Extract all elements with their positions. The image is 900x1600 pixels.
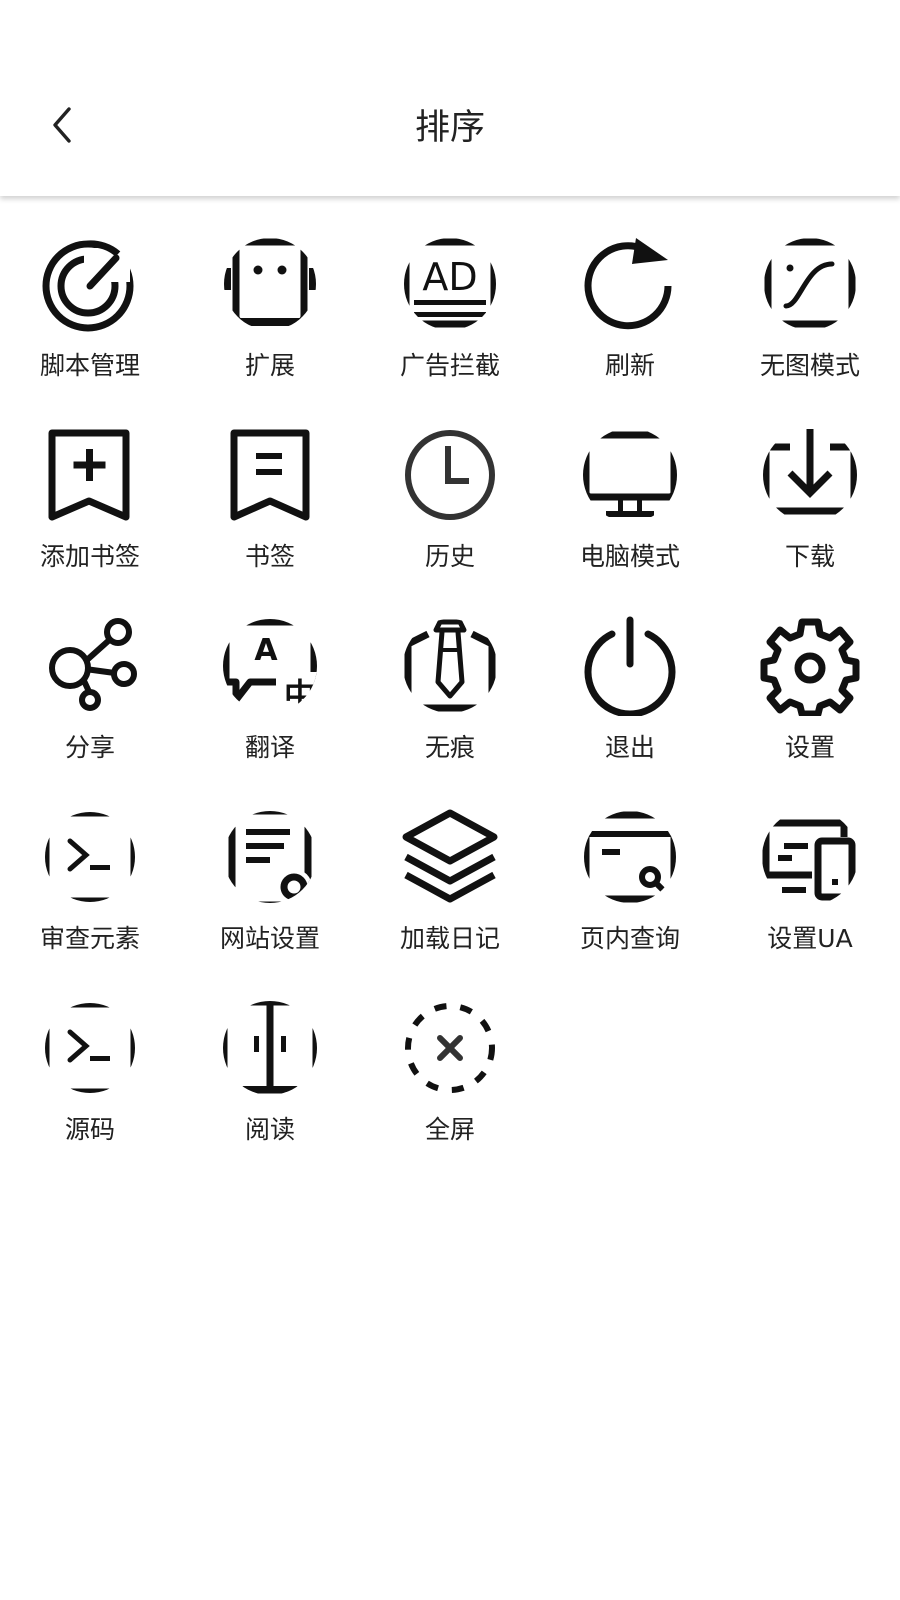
grid-item-desktop-mode[interactable]: 电脑模式: [540, 425, 720, 616]
item-label: 书签: [244, 542, 295, 571]
grid-item-script-manager[interactable]: 脚本管理: [0, 234, 180, 425]
grid-item-find-in-page[interactable]: 页内查询: [540, 807, 720, 998]
power-icon: [584, 616, 676, 716]
item-label: 全屏: [424, 1115, 475, 1144]
item-label: 设置: [784, 733, 835, 762]
svg-text:中: 中: [284, 676, 316, 714]
bookmark-icon: [230, 429, 310, 521]
grid-item-reader-mode[interactable]: 阅读: [180, 998, 360, 1189]
grid-item-incognito[interactable]: 无痕: [360, 616, 540, 807]
find-in-page-icon: [584, 811, 676, 903]
reader-mode-icon: [223, 1001, 317, 1094]
incognito-icon: [404, 619, 496, 712]
item-label: 无痕: [424, 733, 475, 762]
item-label: 刷新: [604, 351, 655, 380]
script-radar-icon: [42, 240, 134, 332]
item-label: 页内查询: [579, 924, 680, 953]
gear-icon: [760, 618, 860, 716]
svg-text:AD: AD: [422, 255, 477, 299]
grid-item-download[interactable]: 下载: [720, 425, 900, 616]
svg-text:A: A: [254, 633, 278, 668]
item-label: 广告拦截: [399, 351, 500, 380]
grid-item-exit[interactable]: 退出: [540, 616, 720, 807]
grid-item-source-code[interactable]: 源码: [0, 998, 180, 1189]
item-label: 加载日记: [399, 924, 500, 953]
terminal-icon: [45, 812, 135, 902]
item-label: 分享: [64, 733, 115, 762]
grid-item-inspect-element[interactable]: 审查元素: [0, 807, 180, 998]
grid-item-settings[interactable]: 设置: [720, 616, 900, 807]
grid-item-history[interactable]: 历史: [360, 425, 540, 616]
item-label: 脚本管理: [39, 351, 140, 380]
grid-item-fullscreen[interactable]: 全屏: [360, 998, 540, 1189]
item-label: 电脑模式: [579, 542, 680, 571]
item-label: 设置UA: [767, 924, 853, 953]
item-label: 添加书签: [39, 542, 140, 571]
grid-item-translate[interactable]: A 中 翻译: [180, 616, 360, 807]
item-label: 退出: [604, 733, 655, 762]
add-bookmark-icon: [48, 429, 130, 521]
desktop-mode-icon: [583, 431, 677, 517]
refresh-icon: [584, 238, 672, 330]
share-icon: [49, 618, 137, 711]
layers-icon: [402, 809, 498, 903]
item-label: 历史: [424, 542, 475, 571]
grid-item-refresh[interactable]: 刷新: [540, 234, 720, 425]
fullscreen-icon: [405, 1003, 495, 1093]
ad-block-icon: AD: [404, 238, 496, 328]
item-label: 网站设置: [219, 924, 320, 953]
source-code-icon: [45, 1003, 135, 1093]
translate-icon: A 中: [223, 619, 317, 714]
item-label: 源码: [64, 1115, 115, 1144]
grid-item-ad-block[interactable]: AD 广告拦截: [360, 234, 540, 425]
item-label: 审查元素: [39, 924, 140, 953]
menu-grid: 脚本管理 扩展 AD 广告拦截 刷新 无图模式 添加书签 书签 历史 电脑模式 …: [0, 196, 900, 1189]
extension-robot-icon: [224, 238, 316, 326]
grid-item-set-ua[interactable]: 设置UA: [720, 807, 900, 998]
item-label: 翻译: [244, 733, 295, 762]
history-clock-icon: [405, 430, 495, 520]
site-settings-icon: [228, 811, 312, 903]
item-label: 下载: [784, 542, 835, 571]
item-label: 阅读: [244, 1115, 295, 1144]
download-icon: [763, 429, 857, 515]
grid-item-share[interactable]: 分享: [0, 616, 180, 807]
page-title: 排序: [414, 108, 485, 148]
grid-item-site-settings[interactable]: 网站设置: [180, 807, 360, 998]
devices-icon: [762, 819, 856, 901]
no-image-mode-icon: [764, 238, 856, 328]
grid-item-bookmarks[interactable]: 书签: [180, 425, 360, 616]
grid-item-no-image-mode[interactable]: 无图模式: [720, 234, 900, 425]
item-label: 无图模式: [759, 351, 860, 380]
grid-item-extensions[interactable]: 扩展: [180, 234, 360, 425]
grid-item-add-bookmark[interactable]: 添加书签: [0, 425, 180, 616]
item-label: 扩展: [244, 351, 295, 380]
top-bar: 排序: [0, 0, 900, 196]
grid-item-load-log[interactable]: 加载日记: [360, 807, 540, 998]
